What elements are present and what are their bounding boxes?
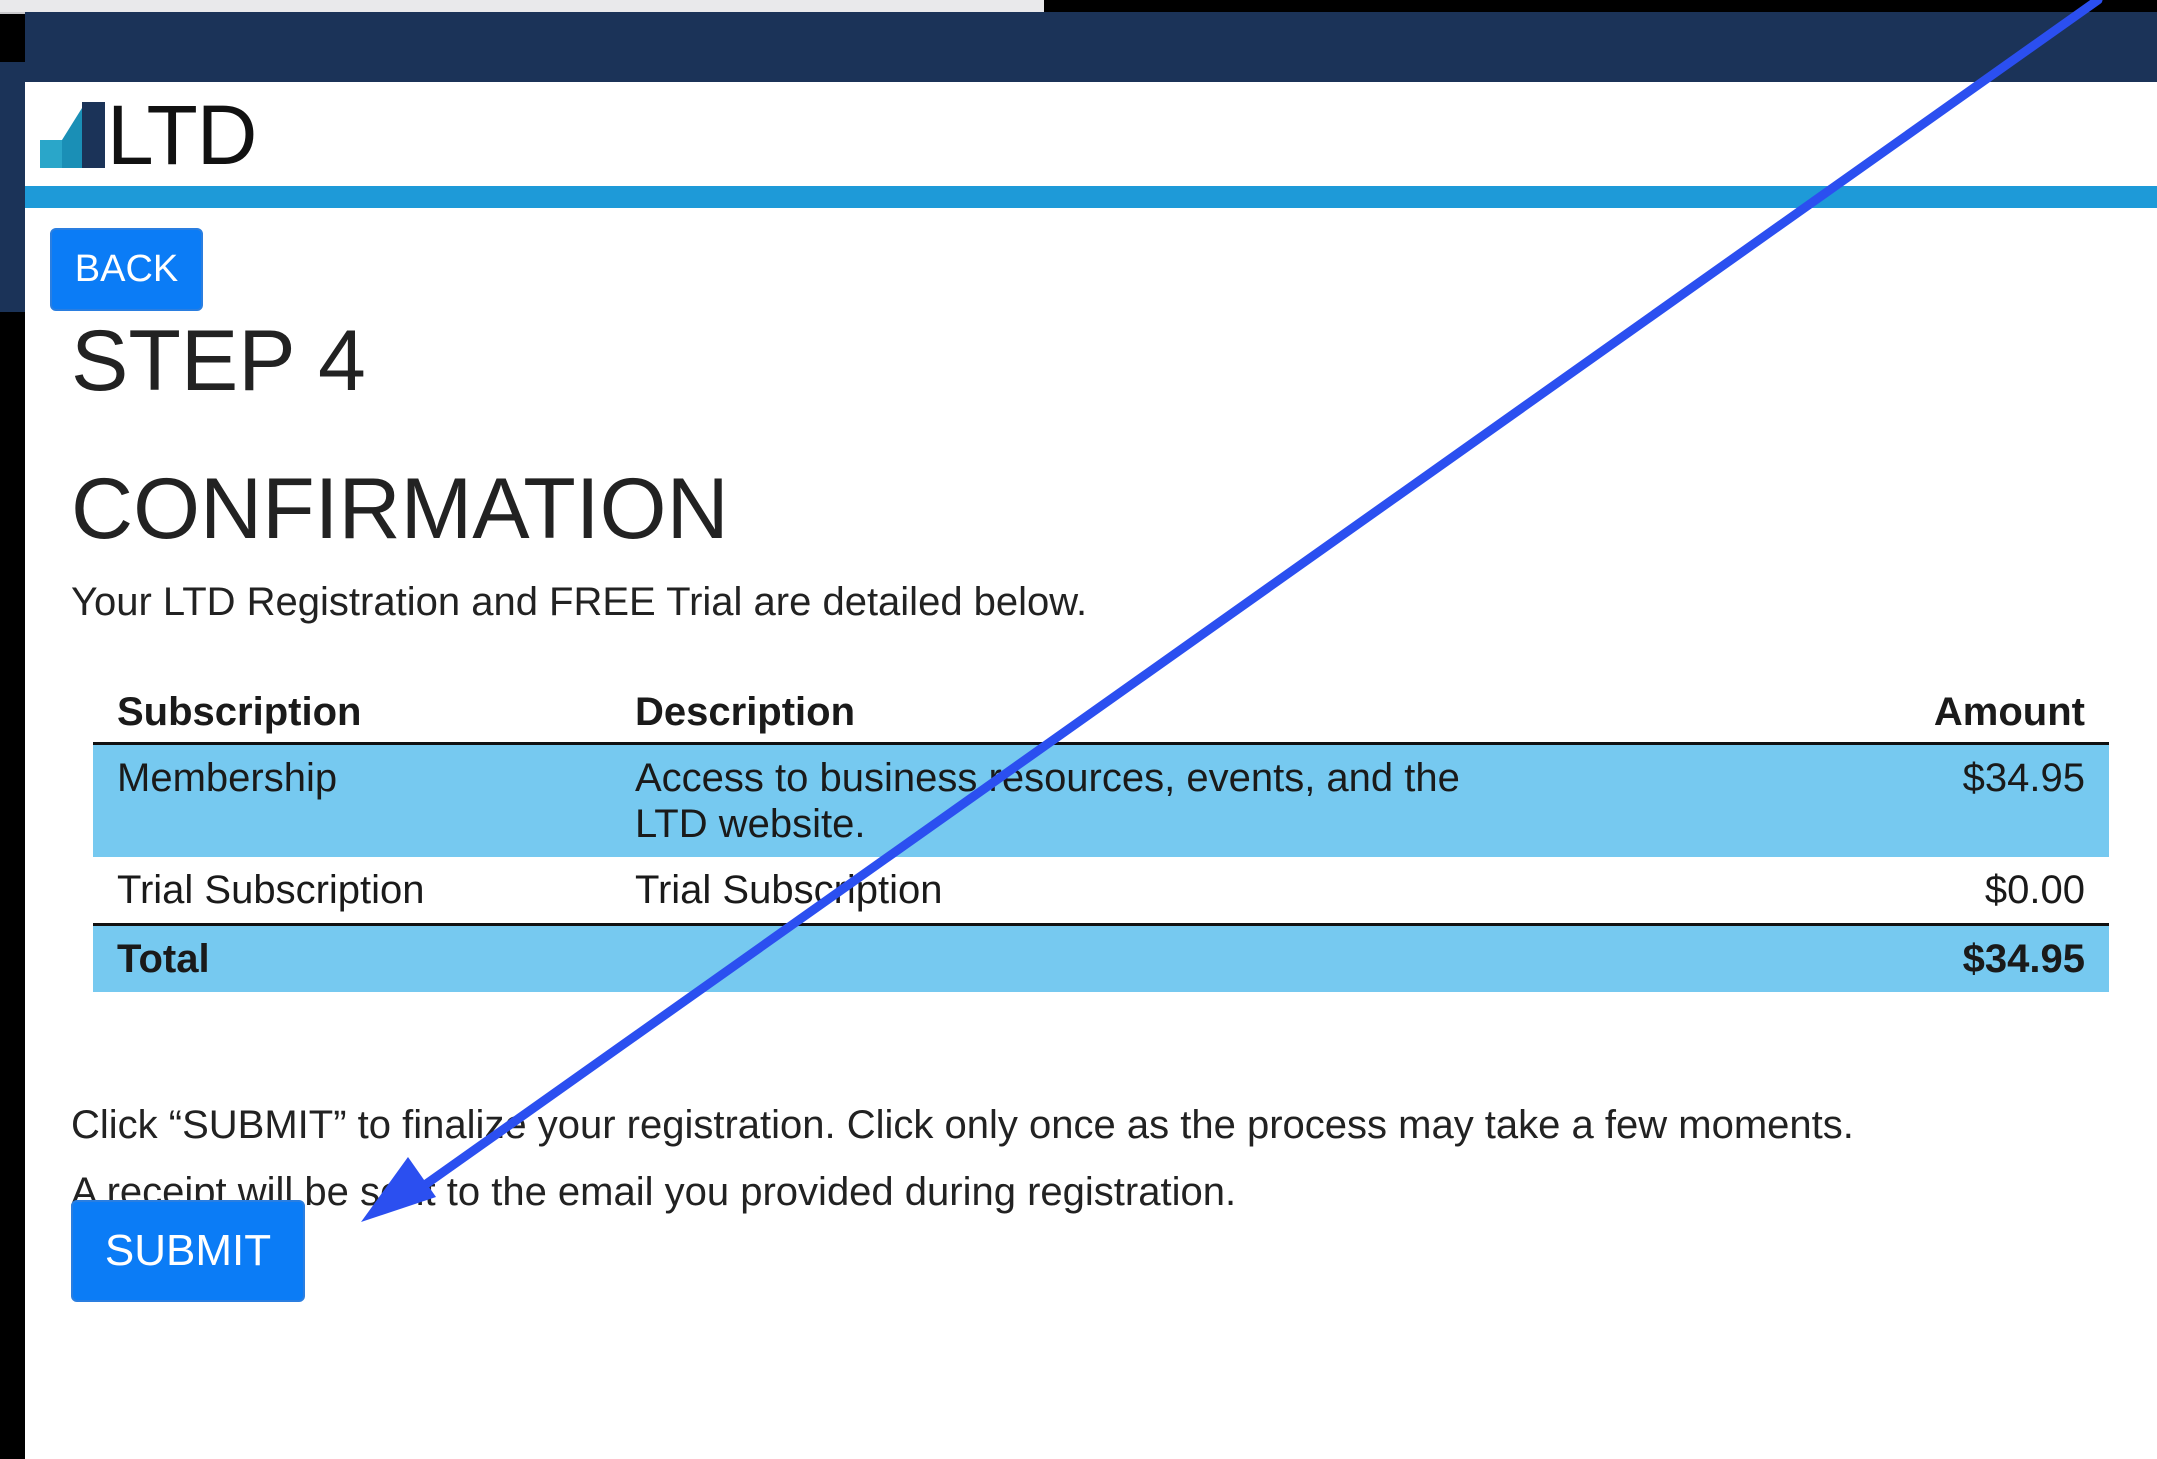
description-cell: Access to business resources, events, an… — [635, 756, 1460, 846]
intro-text: Your LTD Registration and FREE Trial are… — [71, 580, 1088, 624]
amount-cell: $34.95 — [1844, 743, 2109, 857]
amount-cell: $0.00 — [1984, 868, 2085, 912]
description-cell: Trial Subscription — [635, 868, 943, 912]
total-label: Total — [93, 923, 611, 992]
total-amount: $34.95 — [1844, 923, 2109, 992]
column-header-description: Description — [611, 678, 1845, 745]
submit-instructions: Click “SUBMIT” to finalize your registra… — [71, 1092, 1854, 1226]
step-title: STEP 4 — [71, 313, 366, 409]
logo-wordmark: LTD — [107, 88, 257, 182]
submit-button[interactable]: SUBMIT — [71, 1200, 305, 1302]
top-navy-band — [25, 12, 2157, 82]
column-header-subscription: Subscription — [93, 678, 611, 745]
confirmation-title: CONFIRMATION — [71, 461, 729, 557]
order-summary-table: Subscription Description Amount Membersh… — [93, 678, 2109, 992]
table-row: Trial Subscription Trial Subscription $0… — [93, 857, 2109, 925]
logo-mark-icon — [40, 102, 105, 168]
table-header-row: Subscription Description Amount — [93, 678, 2109, 745]
table-row: Membership Access to business resources,… — [93, 743, 2109, 857]
site-header: LTD — [25, 82, 2157, 186]
left-navy-band — [0, 62, 25, 312]
instruction-line-1: Click “SUBMIT” to finalize your registra… — [71, 1103, 1854, 1147]
subscription-cell: Trial Subscription — [117, 868, 425, 912]
header-accent-bar — [25, 186, 2157, 208]
column-header-amount: Amount — [1844, 678, 2109, 745]
instruction-line-2: A receipt will be sent to the email you … — [71, 1170, 1237, 1214]
total-row: Total $34.95 — [93, 923, 2109, 992]
total-spacer — [611, 923, 1845, 992]
registration-page: LTD BACK STEP 4 CONFIRMATION Your LTD Re… — [25, 82, 2157, 1459]
ltd-logo[interactable]: LTD — [40, 93, 257, 177]
back-button[interactable]: BACK — [50, 228, 203, 311]
subscription-cell: Membership — [93, 743, 611, 857]
